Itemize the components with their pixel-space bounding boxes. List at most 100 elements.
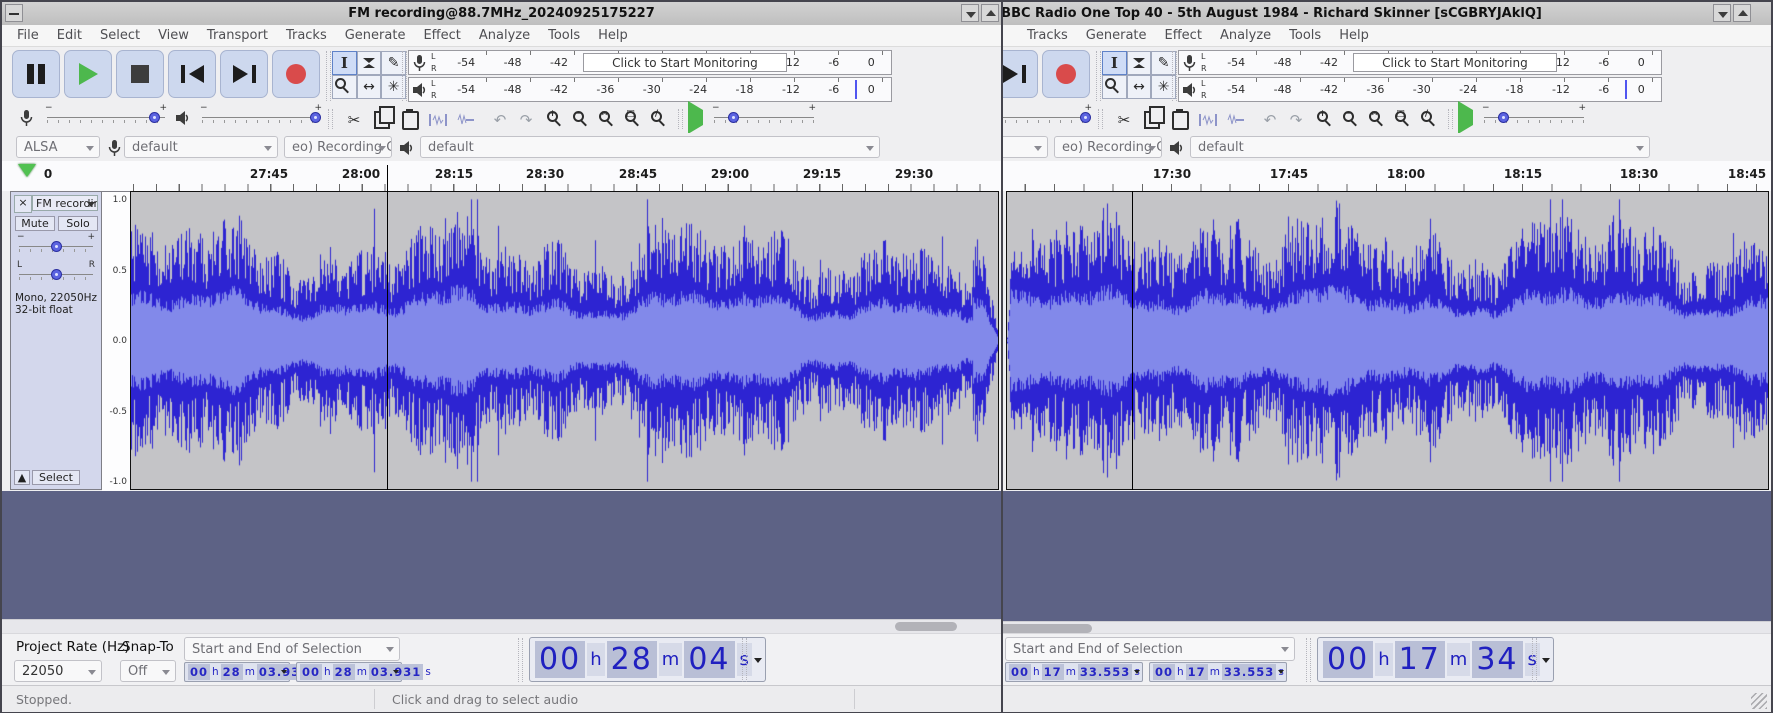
menu-help[interactable]: Help <box>589 26 637 45</box>
zoom-toggle-button[interactable]: / <box>1418 108 1442 132</box>
skip-to-end-button[interactable] <box>220 50 268 98</box>
paste-button[interactable] <box>398 108 422 132</box>
zoom-project-button[interactable]: □ <box>622 108 646 132</box>
horizontal-scrollbar[interactable] <box>2 619 1001 634</box>
play-speed-slider[interactable]: − + <box>712 103 816 127</box>
cut-button[interactable]: ✂ <box>342 108 366 132</box>
undo-button[interactable]: ↶ <box>1258 108 1282 132</box>
playback-volume-slider[interactable]: −+ <box>200 103 322 127</box>
menu-tools[interactable]: Tools <box>539 26 589 45</box>
zoom-tool[interactable] <box>1102 75 1127 99</box>
menu-transport[interactable]: Transport <box>198 26 277 45</box>
trim-audio-button[interactable] <box>426 108 450 132</box>
playback-meter[interactable]: LR -54 -48 -42 -36 -30 -24 -18 -12 -6 0 <box>1178 77 1662 102</box>
track-pan-slider[interactable]: LR <box>17 260 95 284</box>
playback-device-combo[interactable]: default <box>420 136 880 158</box>
selection-end-field[interactable]: 00 h 28 m 03.931 s <box>296 662 431 682</box>
vertical-ruler[interactable]: 1.0 0.5 0.0 -0.5 -1.0 <box>102 191 130 492</box>
track-area[interactable]: × FM recordin Mute Solo − + LR Mono, 2205… <box>2 165 1001 492</box>
timeshift-tool[interactable]: ↔ <box>356 75 382 99</box>
menu-analyze[interactable]: Analyze <box>470 26 539 45</box>
envelope-tool[interactable] <box>1126 51 1152 75</box>
record-button[interactable] <box>272 50 320 98</box>
recording-volume-slider[interactable]: − + <box>45 103 167 127</box>
zoom-in-button[interactable]: + <box>544 108 568 132</box>
selection-range-mode-combo[interactable]: Start and End of Selection <box>1005 637 1295 661</box>
selection-start-field[interactable]: 00h 28m 03.931s <box>184 662 319 682</box>
skip-to-start-button[interactable] <box>168 50 216 98</box>
recording-meter[interactable]: LR -54-48-42-36-30-24-18-12-60 Click to … <box>408 50 892 75</box>
undo-button[interactable]: ↶ <box>488 108 512 132</box>
menu-generate[interactable]: Generate <box>336 26 415 45</box>
play-pin-icon[interactable] <box>18 164 36 177</box>
zoom-out-button[interactable]: − <box>570 108 594 132</box>
menu-tracks[interactable]: Tracks <box>277 26 336 45</box>
selection-tool[interactable]: I <box>332 51 357 75</box>
menu-tools[interactable]: Tools <box>1280 26 1330 45</box>
waveform-track[interactable] <box>130 191 999 490</box>
collapse-track-button[interactable]: ▲ <box>14 470 30 485</box>
zoom-selection-button[interactable]: ↔ <box>1366 108 1390 132</box>
timeshift-tool[interactable]: ↔ <box>1126 75 1152 99</box>
paste-button[interactable] <box>1168 108 1192 132</box>
window-shade-button[interactable] <box>961 4 979 22</box>
playback-device-combo[interactable]: default <box>1190 136 1650 158</box>
menu-analyze[interactable]: Analyze <box>1211 26 1280 45</box>
track-control-panel[interactable]: × FM recordin Mute Solo − + LR Mono, 2205… <box>10 191 102 490</box>
monitoring-overlay[interactable]: Click to Start Monitoring <box>582 53 788 72</box>
mute-button[interactable]: Mute <box>15 216 55 231</box>
cut-button[interactable]: ✂ <box>1112 108 1136 132</box>
track-close-button[interactable]: × <box>14 195 32 213</box>
scrollbar-thumb[interactable] <box>895 622 957 631</box>
selection-range-mode-combo[interactable]: Start and End of Selection <box>184 637 400 661</box>
redo-button[interactable]: ↷ <box>514 108 538 132</box>
menu-file[interactable]: File <box>8 26 48 45</box>
zoom-project-button[interactable]: □ <box>1392 108 1416 132</box>
record-button[interactable] <box>1042 50 1090 98</box>
play-speed-slider[interactable]: − + <box>1482 103 1586 127</box>
menu-effect[interactable]: Effect <box>414 26 469 45</box>
zoom-out-button[interactable]: − <box>1340 108 1364 132</box>
audio-position-counter[interactable]: 00 h 28 m 04 s <box>529 637 766 682</box>
recording-channels-combo[interactable]: eo) Recording Channels <box>1054 136 1162 158</box>
zoom-toggle-button[interactable]: / <box>648 108 672 132</box>
timeline-ruler[interactable]: 0 27:45 28:00 28:15 28:30 28:45 29:00 29:15 29:… <box>2 161 1001 192</box>
recording-meter[interactable]: LR -54-48-42-36-30-24-18-12-60 Click to … <box>1178 50 1662 75</box>
audio-position-counter[interactable]: 00 h 17 m 34 s <box>1317 637 1554 682</box>
trim-audio-button[interactable] <box>1196 108 1220 132</box>
menu-select[interactable]: Select <box>91 26 149 45</box>
solo-button[interactable]: Solo <box>58 216 98 231</box>
waveform-track[interactable] <box>1006 191 1769 490</box>
silence-audio-button[interactable] <box>1224 108 1248 132</box>
zoom-selection-button[interactable]: ↔ <box>596 108 620 132</box>
menu-generate[interactable]: Generate <box>1077 26 1156 45</box>
play-button[interactable] <box>64 50 112 98</box>
track-gain-slider[interactable]: − + <box>17 232 95 256</box>
window-shade-button[interactable] <box>1713 4 1731 22</box>
selection-tool[interactable]: I <box>1102 51 1127 75</box>
recording-device-combo[interactable]: default <box>124 136 278 158</box>
menu-view[interactable]: View <box>149 26 198 45</box>
monitoring-overlay[interactable]: Click to Start Monitoring <box>1352 53 1558 72</box>
project-rate-combo[interactable]: 22050 <box>14 660 102 682</box>
menu-edit[interactable]: Edit <box>48 26 91 45</box>
title-bar[interactable]: FM recording@88.7MHz_20240925175227 <box>2 2 1001 26</box>
selection-end-field[interactable]: 00 h 17 m 33.553 s <box>1149 662 1287 682</box>
window-maximize-button[interactable] <box>981 4 999 22</box>
stop-button[interactable] <box>116 50 164 98</box>
redo-button[interactable]: ↷ <box>1284 108 1308 132</box>
track-name-menu[interactable]: FM recordin <box>32 195 98 211</box>
window-maximize-button[interactable] <box>1733 4 1751 22</box>
pause-button[interactable] <box>12 50 60 98</box>
playback-meter[interactable]: LR -54 -48 -42 -36 -30 -24 -18 -12 -6 0 <box>408 77 892 102</box>
play-at-speed-button[interactable] <box>688 101 703 134</box>
snap-to-combo[interactable]: Off <box>120 660 176 682</box>
track-select-button[interactable]: Select <box>32 470 80 485</box>
menu-tracks[interactable]: Tracks <box>1018 26 1077 45</box>
selection-start-field[interactable]: 00 h 17 m 33.553 s <box>1005 662 1143 682</box>
envelope-tool[interactable] <box>356 51 382 75</box>
menu-help[interactable]: Help <box>1330 26 1378 45</box>
resize-grip[interactable] <box>1751 693 1767 709</box>
menu-effect[interactable]: Effect <box>1156 26 1211 45</box>
zoom-tool[interactable] <box>332 75 357 99</box>
